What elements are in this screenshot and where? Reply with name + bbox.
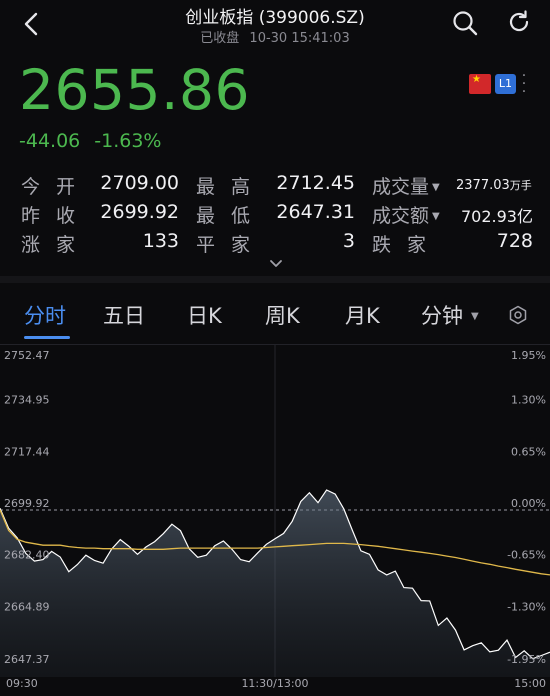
time-tick-label: 15:00 bbox=[514, 677, 546, 690]
hexagon-settings-icon[interactable] bbox=[508, 305, 528, 325]
stats-row-2: 昨收 2699.92 最低 2647.31 成交额 ▼ 702.93亿 bbox=[0, 201, 550, 229]
tab-five-day[interactable]: 五日 bbox=[103, 300, 145, 330]
tab-daily-k[interactable]: 日K bbox=[187, 300, 222, 330]
price-change: -44.06 -1.63% bbox=[19, 130, 161, 152]
volume-label[interactable]: 成交量 ▼ bbox=[372, 172, 440, 199]
open-value: 2709.00 bbox=[100, 172, 179, 194]
change-percent: -1.63% bbox=[94, 130, 162, 152]
pct-tick-label: -1.95% bbox=[507, 653, 546, 666]
level-badge[interactable]: L1 bbox=[495, 74, 516, 94]
active-tab-indicator bbox=[24, 336, 70, 339]
caret-down-icon: ▼ bbox=[471, 311, 479, 322]
low-label: 最低 bbox=[196, 205, 267, 227]
pct-tick-label: -1.30% bbox=[507, 600, 546, 613]
refresh-icon[interactable] bbox=[506, 9, 532, 35]
tab-monthly-k[interactable]: 月K bbox=[345, 300, 380, 330]
down-count-value: 728 bbox=[496, 230, 533, 252]
flat-count-value: 3 bbox=[342, 230, 355, 252]
price-tick-label: 2734.95 bbox=[4, 394, 50, 407]
intraday-chart[interactable]: 2752.47 1.95% 2734.95 1.30% 2717.44 0.65% 2699… bbox=[0, 345, 550, 696]
tab-weekly-k[interactable]: 周K bbox=[265, 300, 300, 330]
last-price: 2655.86 bbox=[19, 58, 250, 122]
up-count-label: 涨家 bbox=[21, 234, 92, 256]
up-count-value: 133 bbox=[142, 230, 179, 252]
pct-tick-label: 1.95% bbox=[511, 349, 546, 362]
volume-value: 2377.03万手 bbox=[456, 178, 532, 193]
pct-tick-label: -0.65% bbox=[507, 549, 546, 562]
pct-tick-label: 0.00% bbox=[511, 497, 546, 510]
price-tick-label: 2664.89 bbox=[4, 600, 50, 613]
open-label: 今开 bbox=[21, 176, 92, 198]
tab-intraday[interactable]: 分时 bbox=[24, 300, 66, 330]
prev-close-value: 2699.92 bbox=[100, 201, 179, 223]
stats-row-3: 涨家 133 平家 3 跌家 728 bbox=[0, 230, 550, 258]
prev-close-label: 昨收 bbox=[21, 205, 92, 227]
low-value: 2647.31 bbox=[276, 201, 355, 223]
price-tick-label: 2717.44 bbox=[4, 445, 50, 458]
section-divider bbox=[0, 276, 550, 283]
turnover-value: 702.93亿 bbox=[461, 207, 533, 226]
more-vertical-icon[interactable]: · · · bbox=[520, 69, 528, 99]
tab-minute[interactable]: 分钟 ▼ bbox=[421, 300, 479, 330]
price-tick-label: 2682.40 bbox=[4, 549, 50, 562]
high-label: 最高 bbox=[196, 176, 267, 198]
down-count-label: 跌家 bbox=[372, 234, 443, 256]
chevron-down-icon[interactable] bbox=[268, 258, 284, 270]
price-tick-label: 2699.92 bbox=[4, 497, 50, 510]
flat-count-label: 平家 bbox=[196, 234, 267, 256]
stats-row-1: 今开 2709.00 最高 2712.45 成交量 ▼ 2377.03万手 bbox=[0, 172, 550, 200]
turnover-label[interactable]: 成交额 ▼ bbox=[372, 201, 440, 228]
status-datetime: 10-30 15:41:03 bbox=[249, 31, 350, 46]
change-amount: -44.06 bbox=[19, 130, 81, 152]
high-value: 2712.45 bbox=[276, 172, 355, 194]
search-icon[interactable] bbox=[451, 9, 479, 37]
china-flag-icon: ★ bbox=[469, 74, 491, 94]
price-tick-label: 2752.47 bbox=[4, 349, 50, 362]
price-tick-label: 2647.37 bbox=[4, 653, 50, 666]
chart-tabs: 分时 五日 日K 周K 月K 分钟 ▼ bbox=[0, 284, 550, 344]
time-tick-label: 11:30/13:00 bbox=[241, 677, 308, 690]
pct-tick-label: 1.30% bbox=[511, 394, 546, 407]
header: 创业板指 (399006.SZ) 已收盘 10-30 15:41:03 bbox=[0, 0, 550, 52]
status-text: 已收盘 bbox=[200, 31, 240, 46]
pct-tick-label: 0.65% bbox=[511, 445, 546, 458]
time-tick-label: 09:30 bbox=[6, 677, 38, 690]
